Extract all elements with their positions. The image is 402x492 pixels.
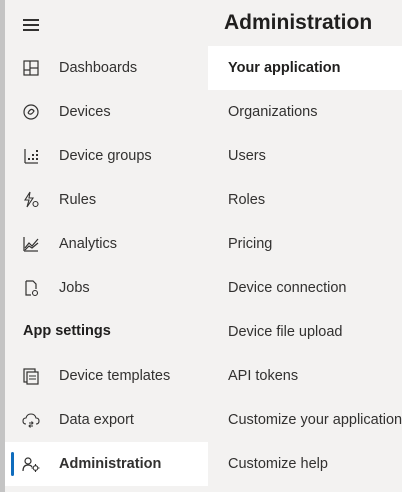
subnav-item-label: Your application bbox=[228, 60, 341, 76]
subnav-item-label: API tokens bbox=[228, 368, 299, 384]
subnav-item-label: Roles bbox=[228, 192, 266, 208]
data-export-icon bbox=[21, 410, 41, 430]
sidebar-item-analytics[interactable]: Analytics bbox=[5, 222, 208, 266]
sidebar-item-administration[interactable]: Administration bbox=[5, 442, 208, 486]
sidebar-item-label: Administration bbox=[59, 456, 162, 472]
sidebar-item-jobs[interactable]: Jobs bbox=[5, 266, 208, 310]
subnav-item-users[interactable]: Users bbox=[208, 134, 402, 178]
subnav-item-label: Device connection bbox=[228, 280, 347, 296]
sidebar-item-devices[interactable]: Devices bbox=[5, 90, 208, 134]
page-title: Administration bbox=[224, 11, 373, 34]
jobs-icon bbox=[21, 278, 41, 298]
subnav-item-device-file-upload[interactable]: Device file upload bbox=[208, 310, 402, 354]
app-frame: Dashboards Devices Device groups Rules A… bbox=[0, 0, 402, 492]
section-heading-app-settings: App settings bbox=[23, 323, 111, 339]
device-templates-icon bbox=[21, 366, 41, 386]
subnav-item-pricing[interactable]: Pricing bbox=[208, 222, 402, 266]
sidebar-item-data-export[interactable]: Data export bbox=[5, 398, 208, 442]
subnav-item-label: Device file upload bbox=[228, 324, 343, 340]
sidebar-item-label: Rules bbox=[59, 192, 97, 208]
subnav-item-label: Customize your application bbox=[228, 412, 402, 428]
sidebar-item-label: Device templates bbox=[59, 368, 171, 384]
subnav-item-your-application[interactable]: Your application bbox=[208, 46, 402, 90]
administration-icon bbox=[21, 454, 41, 474]
sidebar-item-device-groups[interactable]: Device groups bbox=[5, 134, 208, 178]
subnav-item-device-connection[interactable]: Device connection bbox=[208, 266, 402, 310]
analytics-icon bbox=[21, 234, 41, 254]
sidebar-item-rules[interactable]: Rules bbox=[5, 178, 208, 222]
subnav-item-label: Customize help bbox=[228, 456, 328, 472]
hamburger-icon[interactable] bbox=[23, 18, 41, 32]
sidebar-item-label: Data export bbox=[59, 412, 134, 428]
device-icon bbox=[21, 102, 41, 122]
sidebar-nav: Dashboards Devices Device groups Rules A… bbox=[0, 0, 208, 492]
sidebar-item-label: Device groups bbox=[59, 148, 152, 164]
subnav-item-label: Pricing bbox=[228, 236, 273, 252]
sidebar-item-label: Analytics bbox=[59, 236, 118, 252]
subnav-item-customize-help[interactable]: Customize help bbox=[208, 442, 402, 486]
dashboard-icon bbox=[21, 58, 41, 78]
subnav-item-label: Users bbox=[228, 148, 266, 164]
rules-icon bbox=[21, 190, 41, 210]
active-indicator bbox=[11, 452, 14, 476]
sidebar-item-device-templates[interactable]: Device templates bbox=[5, 354, 208, 398]
subnav-item-customize-application[interactable]: Customize your application bbox=[208, 398, 402, 442]
device-groups-icon bbox=[21, 146, 41, 166]
sidebar-item-label: Dashboards bbox=[59, 60, 138, 76]
sidebar-item-dashboards[interactable]: Dashboards bbox=[5, 46, 208, 90]
sidebar-item-label: Devices bbox=[59, 104, 111, 120]
admin-subnav: Administration Your application Organiza… bbox=[208, 0, 402, 492]
subnav-item-organizations[interactable]: Organizations bbox=[208, 90, 402, 134]
subnav-item-api-tokens[interactable]: API tokens bbox=[208, 354, 402, 398]
sidebar-item-label: Jobs bbox=[59, 280, 90, 296]
subnav-item-roles[interactable]: Roles bbox=[208, 178, 402, 222]
subnav-item-label: Organizations bbox=[228, 104, 318, 120]
